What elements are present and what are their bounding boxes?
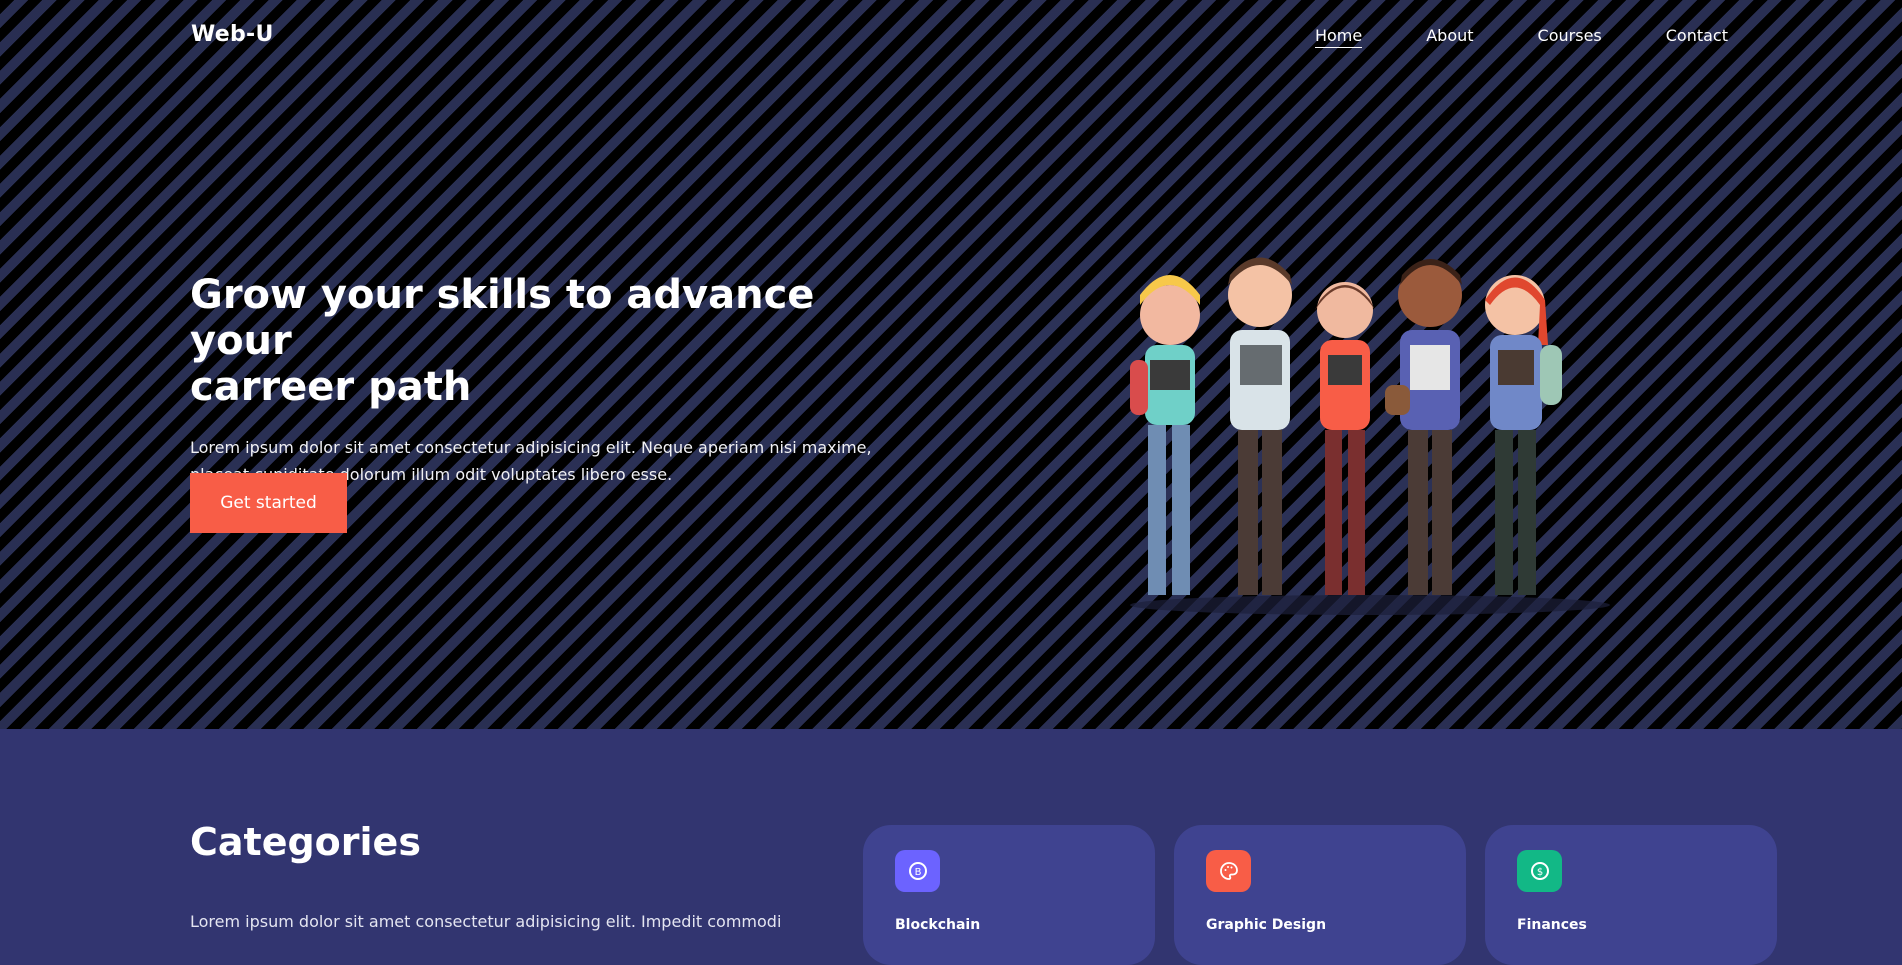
student-figure <box>1228 257 1292 595</box>
categories-description: Lorem ipsum dolor sit amet consectetur a… <box>190 912 782 931</box>
student-figure <box>1485 275 1562 595</box>
student-figure <box>1130 275 1200 595</box>
category-card-finances[interactable]: $ Finances <box>1485 825 1777 965</box>
category-card-label: Blockchain <box>895 917 981 933</box>
site-header: Web-U Home About Courses Contact <box>0 0 1902 74</box>
hero-title: Grow your skills to advance your carreer… <box>190 272 910 410</box>
nav-courses-link[interactable]: Courses <box>1538 26 1602 48</box>
nav-home-link[interactable]: Home <box>1314 26 1363 48</box>
hero-section: Web-U Home About Courses Contact Grow yo… <box>0 0 1902 729</box>
nav-about-link[interactable]: About <box>1426 26 1473 48</box>
hero-title-line2: carreer path <box>190 364 472 410</box>
nav-contact-link[interactable]: Contact <box>1666 26 1728 48</box>
palette-icon <box>1206 850 1251 892</box>
svg-text:$: $ <box>1536 867 1542 878</box>
category-card-label: Graphic Design <box>1206 917 1327 933</box>
dollar-icon: $ <box>1517 850 1562 892</box>
categories-title: Categories <box>190 820 421 864</box>
hero-description-line1: Lorem ipsum dolor sit amet consectetur a… <box>190 438 872 457</box>
hero-text-block: Grow your skills to advance your carreer… <box>190 272 910 488</box>
bitcoin-icon: B <box>895 850 940 892</box>
get-started-button[interactable]: Get started <box>190 473 347 533</box>
hero-title-line1: Grow your skills to advance your <box>190 272 815 364</box>
svg-text:B: B <box>914 867 921 878</box>
student-figure <box>1315 282 1375 595</box>
category-card-blockchain[interactable]: B Blockchain <box>863 825 1155 965</box>
category-card-graphic-design[interactable]: Graphic Design <box>1174 825 1466 965</box>
main-nav: Home About Courses Contact <box>1314 26 1728 48</box>
student-figure <box>1385 259 1462 595</box>
students-illustration <box>1130 257 1610 615</box>
category-card-label: Finances <box>1517 917 1587 933</box>
site-logo[interactable]: Web-U <box>191 22 274 47</box>
